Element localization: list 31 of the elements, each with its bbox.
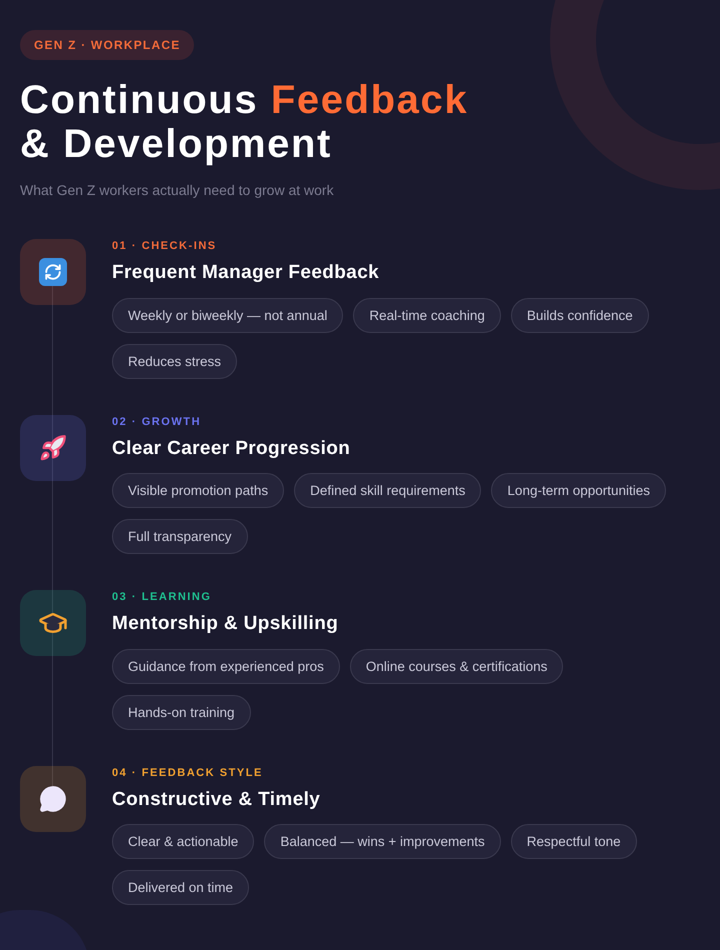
title-accent-text: Feedback (270, 78, 468, 122)
speech-bubble-icon (39, 784, 67, 812)
rocket-icon (39, 434, 67, 462)
tag-chip: Weekly or biweekly — not annual (112, 298, 344, 332)
section-label: 02 · GROWTH (112, 414, 202, 428)
tag-chip: Balanced — wins + improvements (264, 824, 501, 859)
tag-chip: Builds confidence (510, 298, 649, 332)
tag-chip: Clear & actionable (112, 824, 254, 859)
subtitle: What Gen Z workers actually need to grow at work (20, 181, 335, 200)
section-label: 01 · CHECK-INS (112, 239, 218, 253)
title-text: & Development (20, 122, 333, 166)
section-heading: Frequent Manager Feedback (112, 261, 380, 285)
section-label: 03 · LEARNING (112, 590, 212, 604)
tag-chip: Guidance from experienced pros (112, 648, 340, 684)
tag-chip: Long-term opportunities (491, 473, 666, 508)
refresh-icon (39, 258, 67, 286)
tag-chip: Real-time coaching (353, 298, 501, 332)
tag-chip: Full transparency (112, 519, 248, 554)
tag-chip: Online courses & certifications (350, 648, 564, 684)
tag-chip: Defined skill requirements (294, 473, 482, 508)
tag-chip: Hands-on training (112, 694, 251, 730)
tag-chip: Visible promotion paths (112, 473, 284, 508)
category-badge: GEN Z · WORKPLACE (20, 30, 194, 60)
section-heading: Constructive & Timely (112, 788, 322, 812)
tag-chip: Respectful tone (510, 824, 637, 859)
section-label: 04 · FEEDBACK STYLE (112, 766, 264, 780)
title-text: Continuous (20, 78, 258, 122)
tag-chip: Delivered on time (112, 870, 250, 905)
section-heading: Mentorship & Upskilling (112, 612, 340, 636)
section-heading: Clear Career Progression (112, 436, 352, 460)
tag-chip: Reduces stress (112, 344, 238, 378)
